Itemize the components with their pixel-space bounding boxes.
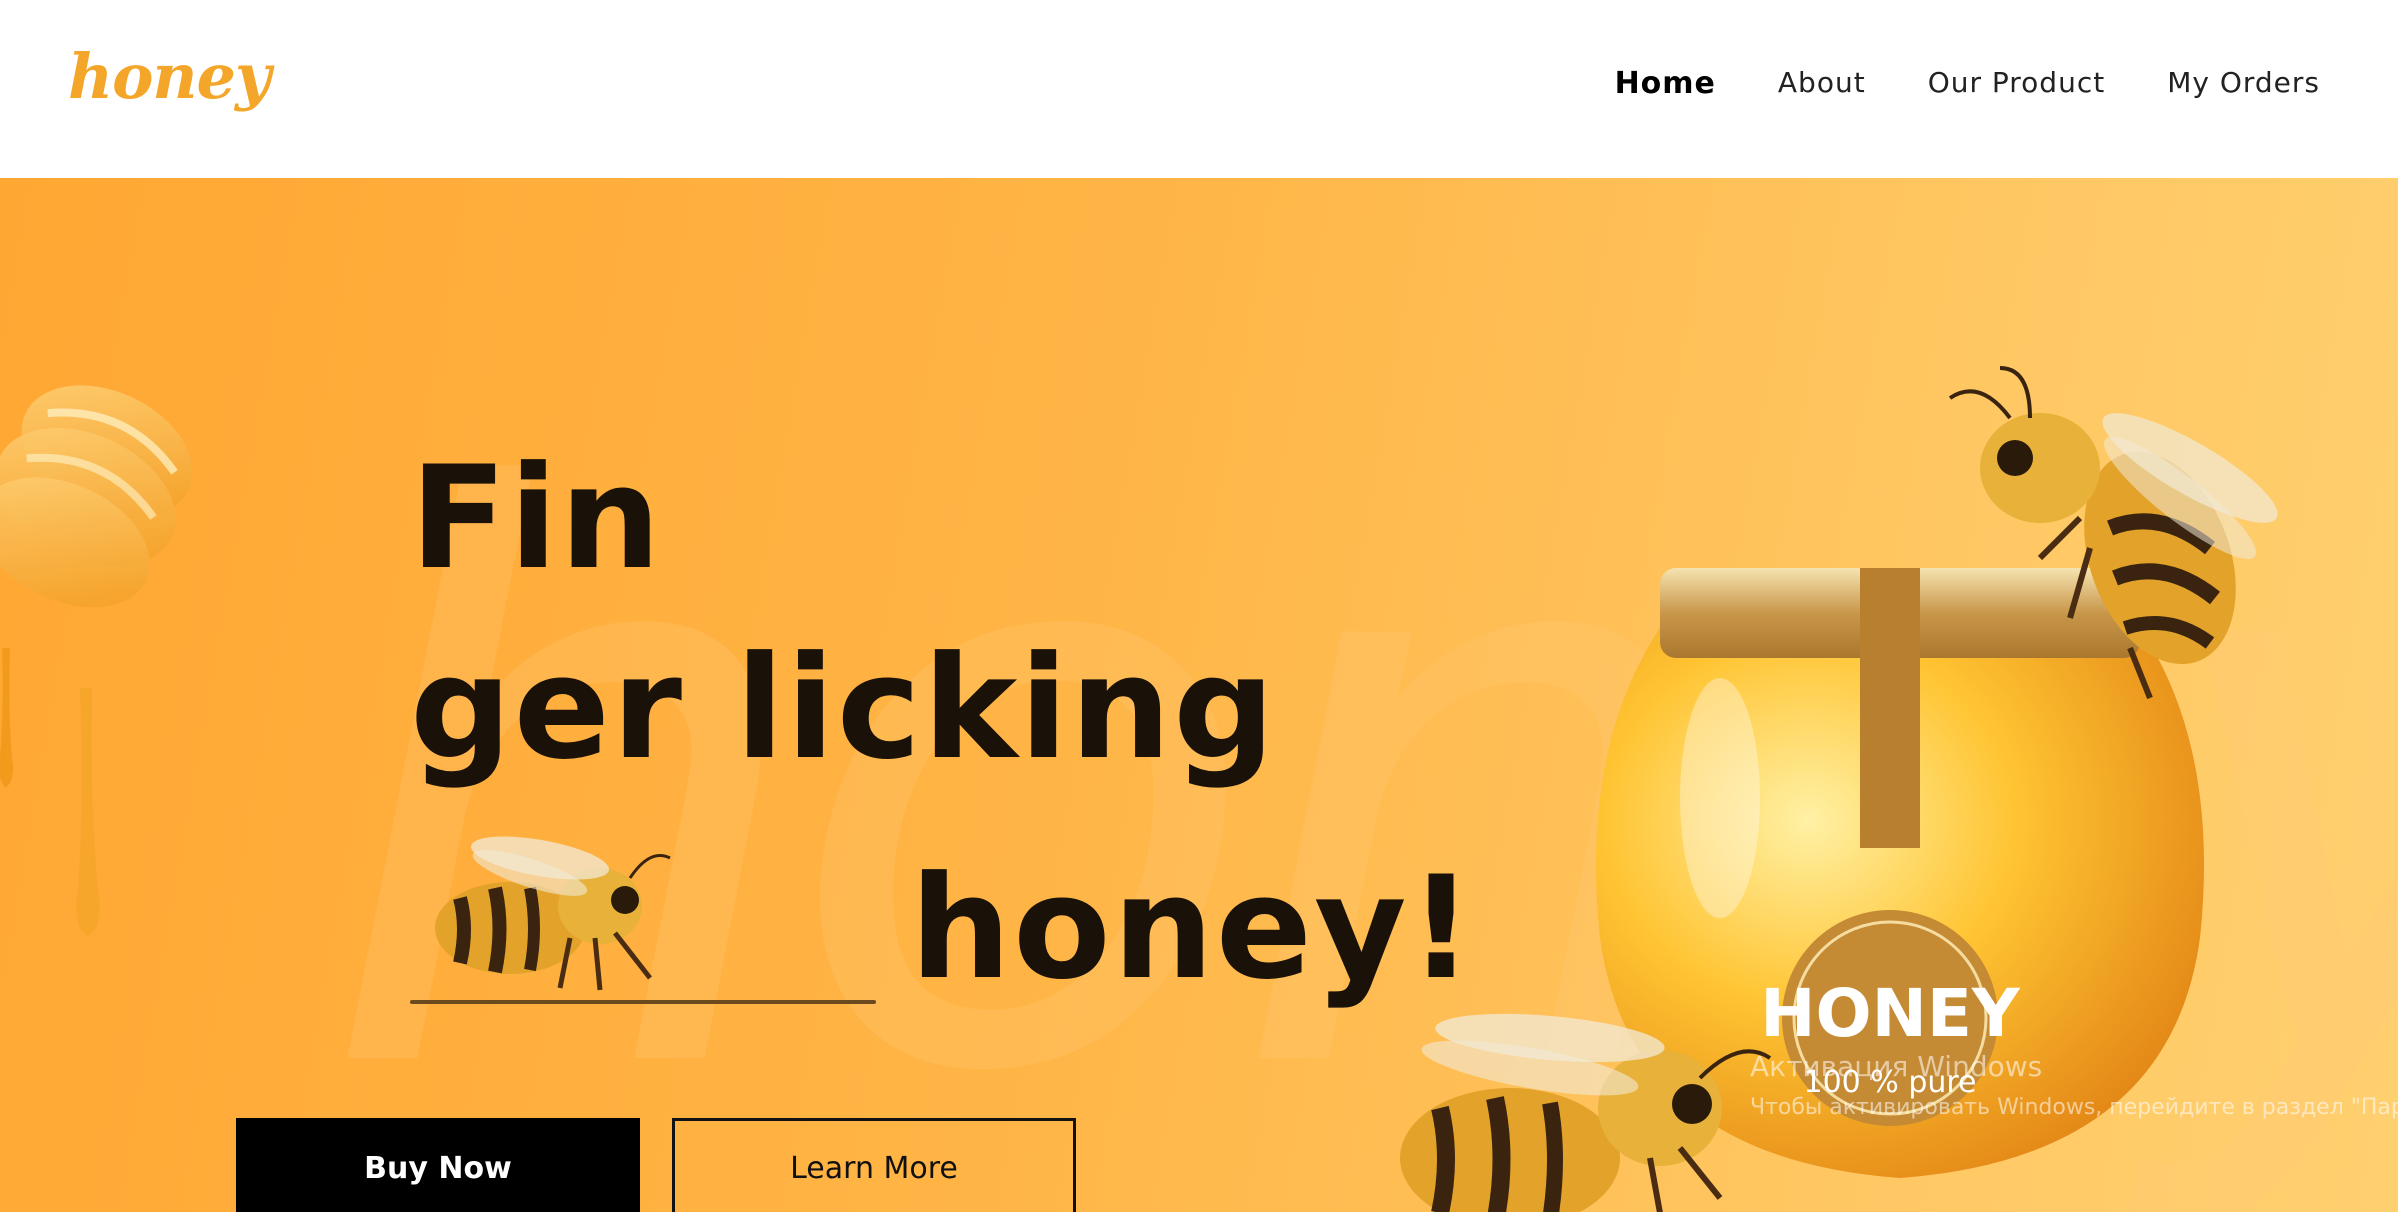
nav-about[interactable]: About (1778, 66, 1866, 101)
headline-line-3: honey! (910, 846, 1476, 1011)
headline-line-1: Fin (410, 436, 663, 601)
hero-section: honey Fin ger licking honey! Buy Now Lea… (0, 178, 2398, 1212)
headline-underline (410, 1000, 876, 1004)
site-header: honey Home About Our Product My Orders (0, 0, 2398, 178)
activation-title: Активация Windows (1750, 1050, 2043, 1083)
windows-activation-notice: Активация Windows Чтобы активировать Win… (1750, 1050, 2398, 1120)
bee-illustration-on-jar (1948, 366, 2278, 700)
learn-more-button[interactable]: Learn More (672, 1118, 1076, 1212)
bee-illustration-small (435, 836, 671, 991)
headline-line-2: ger licking (410, 626, 1277, 791)
honey-dipper-illustration (0, 385, 193, 936)
nav-my-orders[interactable]: My Orders (2167, 66, 2320, 101)
buy-now-button[interactable]: Buy Now (236, 1118, 640, 1212)
activation-message: Чтобы активировать Windows, перейдите в … (1750, 1095, 2398, 1120)
main-nav: Home About Our Product My Orders (1615, 66, 2320, 101)
nav-our-product[interactable]: Our Product (1928, 66, 2106, 101)
nav-home[interactable]: Home (1615, 66, 1716, 101)
logo[interactable]: honey (68, 40, 271, 113)
bee-illustration-bottom (1400, 1013, 1772, 1212)
